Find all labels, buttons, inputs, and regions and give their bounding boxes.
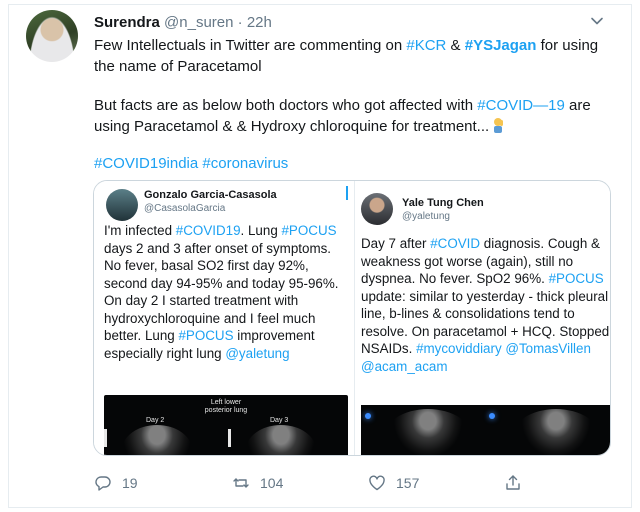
text-segment: But facts are as below both doctors who … xyxy=(94,97,478,114)
probe-marker-right xyxy=(228,429,231,447)
mention-link[interactable]: @TomasVillen xyxy=(505,341,591,356)
mention-link[interactable]: @acam_acam xyxy=(361,359,448,374)
hashtag-link[interactable]: #POCUS xyxy=(178,328,233,343)
quoted-author-avatar xyxy=(361,193,393,225)
ultrasound-cone-left xyxy=(122,425,192,455)
quoted-author-handle: @yaletung xyxy=(402,211,450,222)
retweet-count: 104 xyxy=(260,475,284,491)
image-day2-label: Day 2 xyxy=(146,417,165,424)
quoted-author-avatar xyxy=(106,189,138,221)
tweet-paragraph-1: Few Intellectuals in Twitter are comment… xyxy=(94,35,614,77)
quoted-author-handle: @CasasolaGarcia xyxy=(144,203,226,214)
ultrasound-cone-right xyxy=(246,425,316,455)
retweet-button[interactable]: 104 xyxy=(232,474,283,492)
share-button[interactable] xyxy=(504,474,522,492)
hashtag-link[interactable]: #COVID19 xyxy=(176,223,241,238)
quoted-author-name: Gonzalo Garcia-Casasola xyxy=(144,189,277,201)
heart-icon xyxy=(369,475,385,491)
hashtag-link[interactable]: #mycoviddiary xyxy=(416,341,502,356)
quoted-tweet-1[interactable]: Gonzalo Garcia-Casasola @CasasolaGarcia … xyxy=(94,181,348,455)
tweet-header: Surendra @n_suren · 22h xyxy=(94,14,272,31)
retweet-icon xyxy=(233,478,249,488)
hashtag-link[interactable]: #YSJagan xyxy=(465,37,537,54)
author-avatar[interactable] xyxy=(26,10,78,62)
tweet-paragraph-2-text: But facts are as below both doctors who … xyxy=(94,97,591,135)
text-segment: Few Intellectuals in Twitter are comment… xyxy=(94,37,407,54)
chevron-down-icon[interactable] xyxy=(590,14,604,28)
hashtag-link[interactable]: #COVID xyxy=(430,236,480,251)
text-segment: & xyxy=(446,37,465,54)
man-facepalming-emoji-icon xyxy=(494,118,504,133)
author-name[interactable]: Surendra xyxy=(94,14,160,31)
quoted-author-name: Yale Tung Chen xyxy=(402,197,484,209)
hashtag-link[interactable]: #COVID19india xyxy=(94,155,198,172)
hashtag-link[interactable]: #COVID—19 xyxy=(477,97,565,114)
probe-marker-left xyxy=(104,429,107,447)
like-button[interactable]: 157 xyxy=(368,474,419,492)
separator-dot: · xyxy=(237,14,243,31)
hashtag-link[interactable]: #POCUS xyxy=(281,223,336,238)
hashtag-link[interactable]: #POCUS xyxy=(549,271,604,286)
mention-link[interactable]: @yaletung xyxy=(225,346,289,361)
scroll-indicator xyxy=(346,186,348,200)
image-day3-label: Day 3 xyxy=(270,417,289,424)
reply-button[interactable]: 19 xyxy=(94,474,138,492)
text-segment: . Lung xyxy=(240,223,282,238)
tweet-paragraph-2: But facts are as below both doctors who … xyxy=(94,95,614,137)
text-segment: I'm infected xyxy=(104,223,176,238)
like-count: 157 xyxy=(396,475,420,491)
tweet-actions: 19 104 157 xyxy=(94,474,524,496)
reply-count: 19 xyxy=(122,475,138,491)
hashtag-link[interactable]: #KCR xyxy=(406,37,446,54)
ultrasound-image[interactable] xyxy=(361,405,610,455)
quoted-tweet-2[interactable]: Yale Tung Chen @yaletung Day 7 after #CO… xyxy=(354,181,610,455)
text-segment: Day 7 after xyxy=(361,236,431,251)
tweet-timestamp[interactable]: 22h xyxy=(247,14,272,31)
tweet-hashtags: #COVID19india #coronavirus xyxy=(94,153,614,174)
hashtag-link[interactable]: #coronavirus xyxy=(202,155,288,172)
quoted-tweet-text: I'm infected #COVID19. Lung #POCUS days … xyxy=(104,222,348,362)
author-handle[interactable]: @n_suren xyxy=(164,14,233,31)
probe-orientation-marker xyxy=(489,413,495,419)
share-icon xyxy=(506,475,520,490)
ultrasound-cone-right xyxy=(511,409,601,455)
reply-icon xyxy=(95,476,111,491)
probe-orientation-marker xyxy=(365,413,371,419)
image-title-label: Left lower posterior lung xyxy=(204,399,248,414)
quoted-tweets-gallery[interactable]: Gonzalo Garcia-Casasola @CasasolaGarcia … xyxy=(93,180,611,456)
ultrasound-image[interactable]: Left lower posterior lung Day 2 Day 3 xyxy=(104,395,348,455)
quoted-tweet-text: Day 7 after #COVID diagnosis. Cough & we… xyxy=(361,235,610,375)
ultrasound-cone-left xyxy=(383,409,473,455)
